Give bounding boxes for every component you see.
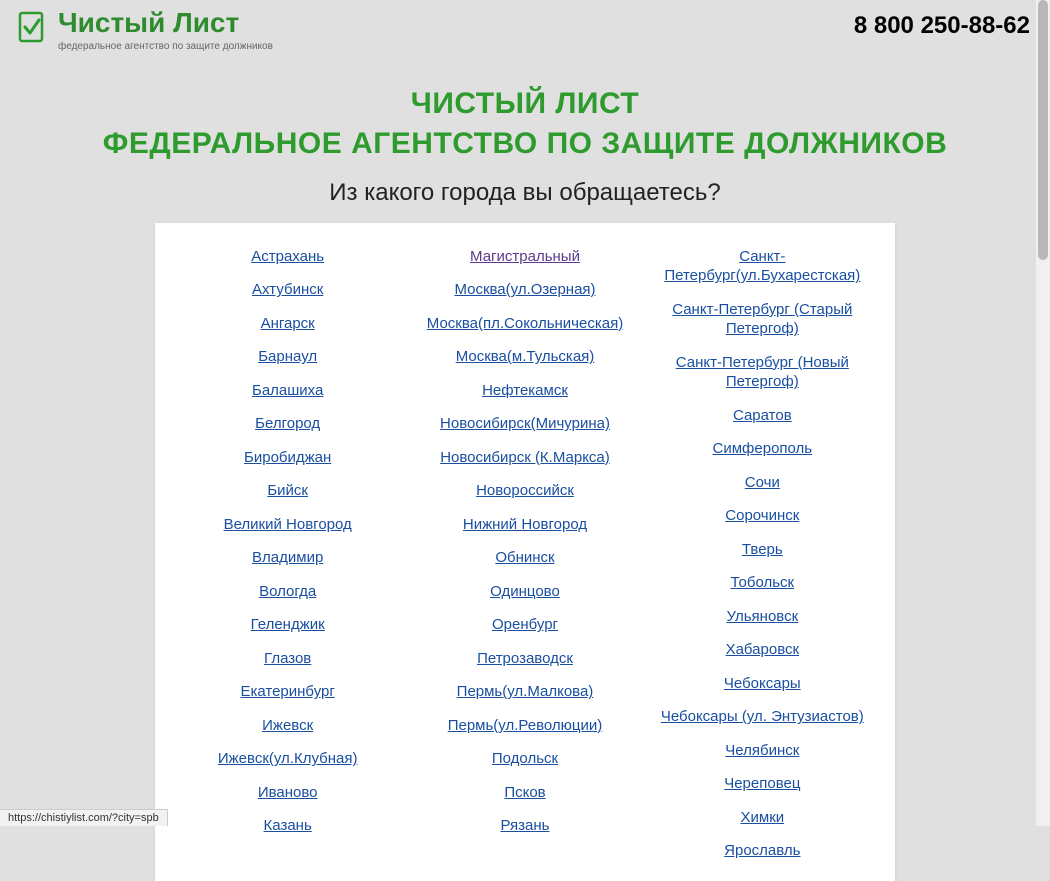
city-link[interactable]: Бийск: [267, 481, 308, 501]
city-link[interactable]: Пермь(ул.Революции): [448, 716, 603, 736]
city-link[interactable]: Казань: [264, 816, 312, 836]
city-link[interactable]: Челябинск: [725, 741, 799, 761]
city-link[interactable]: Новосибирск (К.Маркса): [440, 448, 610, 468]
city-link[interactable]: Астрахань: [251, 247, 324, 267]
city-link[interactable]: Великий Новгород: [224, 515, 352, 535]
city-link[interactable]: Санкт-Петербург(ул.Бухарестская): [646, 247, 879, 286]
city-link[interactable]: Балашиха: [252, 381, 323, 401]
city-link[interactable]: Оренбург: [492, 615, 558, 635]
city-link[interactable]: Нефтекамск: [482, 381, 568, 401]
phone-number: 8 800 250-88-62: [854, 12, 1030, 40]
city-link[interactable]: Псков: [504, 783, 545, 803]
city-link[interactable]: Новосибирск(Мичурина): [440, 414, 610, 434]
city-link[interactable]: Саратов: [733, 406, 792, 426]
city-link[interactable]: Москва(пл.Сокольническая): [427, 314, 623, 334]
city-card: Астрахань Ахтубинск Ангарск Барнаул Балашиха…: [155, 223, 895, 881]
city-link[interactable]: Новороссийск: [476, 481, 574, 501]
city-link[interactable]: Чебоксары: [724, 674, 801, 694]
city-link[interactable]: Ижевск(ул.Клубная): [218, 749, 358, 769]
city-link[interactable]: Сочи: [745, 473, 780, 493]
city-link[interactable]: Белгород: [255, 414, 320, 434]
city-link[interactable]: Биробиджан: [244, 448, 331, 468]
city-link[interactable]: Сорочинск: [725, 506, 799, 526]
page-title: ЧИСТЫЙ ЛИСТ ФЕДЕРАЛЬНОЕ АГЕНТСТВО ПО ЗАЩ…: [0, 84, 1050, 165]
page-title-line1: ЧИСТЫЙ ЛИСТ: [411, 87, 640, 120]
header: Чистый Лист федеральное агентство по защ…: [0, 0, 1050, 52]
logo-subtitle: федеральное агентство по защите должнико…: [58, 41, 273, 52]
city-link[interactable]: Тверь: [742, 540, 783, 560]
city-link[interactable]: Пермь(ул.Малкова): [457, 682, 594, 702]
city-link[interactable]: Ярославль: [724, 841, 800, 861]
city-link[interactable]: Рязань: [501, 816, 550, 836]
page-title-line2: ФЕДЕРАЛЬНОЕ АГЕНТСТВО ПО ЗАЩИТЕ ДОЛЖНИКО…: [103, 127, 948, 160]
city-column-3: Санкт-Петербург(ул.Бухарестская) Санкт-Пе…: [646, 247, 879, 861]
city-link[interactable]: Глазов: [264, 649, 311, 669]
logo-text-block: Чистый Лист федеральное агентство по защ…: [58, 8, 273, 52]
city-link[interactable]: Подольск: [492, 749, 558, 769]
city-link[interactable]: Обнинск: [495, 548, 554, 568]
logo-title: Чистый Лист: [58, 8, 273, 39]
city-link[interactable]: Нижний Новгород: [463, 515, 587, 535]
city-columns: Астрахань Ахтубинск Ангарск Барнаул Балашиха…: [171, 247, 879, 861]
city-link[interactable]: Вологда: [259, 582, 316, 602]
city-column-2: Магистральный Москва(ул.Озерная) Москва(пл…: [408, 247, 641, 861]
city-link[interactable]: Москва(ул.Озерная): [454, 280, 595, 300]
city-link[interactable]: Симферополь: [713, 439, 813, 459]
city-link[interactable]: Москва(м.Тульская): [456, 347, 595, 367]
scrollbar-thumb[interactable]: [1038, 0, 1048, 260]
city-link[interactable]: Хабаровск: [726, 640, 799, 660]
scrollbar-vertical[interactable]: [1036, 0, 1050, 826]
logo-block: Чистый Лист федеральное агентство по защ…: [14, 8, 273, 52]
city-question: Из какого города вы обращаетесь?: [0, 179, 1050, 207]
city-link[interactable]: Ижевск: [262, 716, 313, 736]
city-link[interactable]: Геленджик: [251, 615, 325, 635]
city-link[interactable]: Барнаул: [258, 347, 317, 367]
city-link[interactable]: Магистральный: [470, 247, 580, 267]
logo-icon: [14, 10, 50, 46]
city-link[interactable]: Иваново: [258, 783, 318, 803]
city-link[interactable]: Екатеринбург: [240, 682, 334, 702]
browser-status-bar: https://chistiylist.com/?city=spb: [0, 809, 168, 826]
city-link[interactable]: Череповец: [724, 774, 800, 794]
city-link[interactable]: Чебоксары (ул. Энтузиастов): [661, 707, 864, 727]
city-link[interactable]: Санкт-Петербург (Новый Петергоф): [646, 353, 879, 392]
city-link[interactable]: Ульяновск: [726, 607, 798, 627]
city-link[interactable]: Ахтубинск: [252, 280, 323, 300]
city-column-1: Астрахань Ахтубинск Ангарск Барнаул Балашиха…: [171, 247, 404, 861]
city-link[interactable]: Санкт-Петербург (Старый Петергоф): [646, 300, 879, 339]
city-link[interactable]: Ангарск: [261, 314, 315, 334]
city-link[interactable]: Одинцово: [490, 582, 560, 602]
city-link[interactable]: Химки: [741, 808, 785, 828]
city-link[interactable]: Петрозаводск: [477, 649, 573, 669]
city-link[interactable]: Владимир: [252, 548, 323, 568]
city-link[interactable]: Тобольск: [731, 573, 795, 593]
